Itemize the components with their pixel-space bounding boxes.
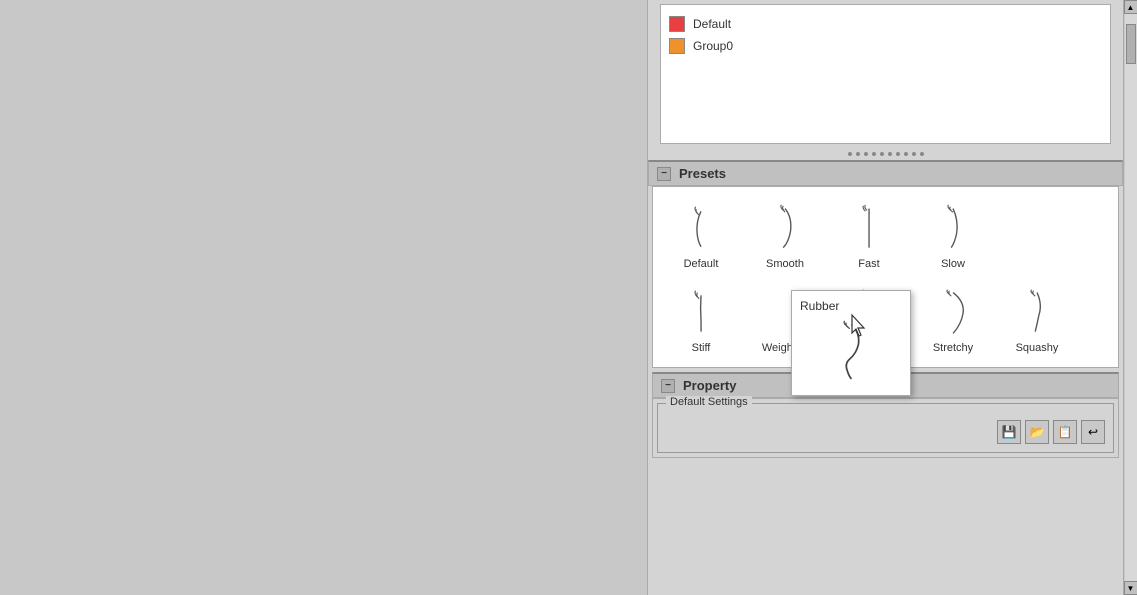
presets-row-1: Default Smooth — [661, 195, 1110, 275]
presets-row-2: Stiff Weighted Rubber — [661, 279, 1110, 359]
fast-preset-label: Fast — [858, 258, 879, 270]
default-preset-label: Default — [684, 258, 719, 270]
property-panel: Default Settings 💾 📂 📋 ↩ — [652, 398, 1119, 458]
dot-1 — [848, 152, 852, 156]
preset-stretchy[interactable]: Stretchy — [913, 279, 993, 359]
right-scrollbar: ▲ ▼ — [1123, 0, 1137, 595]
rubber-popup-title: Rubber — [800, 299, 839, 313]
preset-slow[interactable]: Slow — [913, 195, 993, 275]
scrollbar-thumb[interactable] — [1126, 24, 1136, 64]
rubber-popup: Rubber — [791, 290, 911, 396]
groups-list: Default Group0 — [660, 4, 1111, 144]
preset-default[interactable]: Default — [661, 195, 741, 275]
squashy-preset-label: Squashy — [1016, 342, 1059, 354]
group0-label: Group0 — [693, 39, 733, 53]
scrollbar-track — [1125, 14, 1137, 581]
presets-section-header: − Presets — [648, 160, 1123, 186]
fast-icon — [844, 201, 894, 256]
scroll-dots — [848, 152, 924, 156]
main-canvas — [0, 0, 647, 595]
presets-collapse-button[interactable]: − — [657, 167, 671, 181]
preset-smooth[interactable]: Smooth — [745, 195, 825, 275]
scroll-down-button[interactable]: ▼ — [1124, 581, 1137, 595]
dot-4 — [872, 152, 876, 156]
dot-6 — [888, 152, 892, 156]
scroll-indicator — [648, 148, 1123, 160]
group-item-default[interactable]: Default — [669, 13, 1102, 35]
slow-preset-label: Slow — [941, 258, 965, 270]
stretchy-icon — [928, 285, 978, 340]
dot-5 — [880, 152, 884, 156]
presets-panel: Default Smooth — [652, 186, 1119, 368]
group-item-group0[interactable]: Group0 — [669, 35, 1102, 57]
preset-fast[interactable]: Fast — [829, 195, 909, 275]
preset-stiff[interactable]: Stiff — [661, 279, 741, 359]
squashy-icon — [1012, 285, 1062, 340]
right-panel: Default Group0 — [647, 0, 1137, 595]
smooth-preset-label: Smooth — [766, 258, 804, 270]
default-label: Default — [693, 17, 731, 31]
preset-squashy[interactable]: Squashy — [997, 279, 1077, 359]
groups-area: Default Group0 — [652, 0, 1119, 148]
default-settings-legend: Default Settings — [666, 396, 752, 408]
slow-icon — [928, 201, 978, 256]
stiff-preset-label: Stiff — [692, 342, 711, 354]
dot-2 — [856, 152, 860, 156]
presets-header-label: Presets — [679, 166, 726, 181]
default-color-swatch — [669, 16, 685, 32]
settings-toolbar: 💾 📂 📋 ↩ — [666, 420, 1105, 444]
smooth-icon — [760, 201, 810, 256]
dot-3 — [864, 152, 868, 156]
dot-10 — [920, 152, 924, 156]
stiff-icon — [676, 285, 726, 340]
copy-button[interactable]: 📋 — [1053, 420, 1077, 444]
default-settings-group: Default Settings 💾 📂 📋 ↩ — [657, 403, 1114, 453]
panel-content: Default Group0 — [648, 0, 1137, 595]
dot-7 — [896, 152, 900, 156]
reset-button[interactable]: ↩ — [1081, 420, 1105, 444]
property-collapse-button[interactable]: − — [661, 379, 675, 393]
rubber-icon — [821, 317, 881, 387]
property-header-label: Property — [683, 378, 736, 393]
open-button[interactable]: 📂 — [1025, 420, 1049, 444]
scroll-up-button[interactable]: ▲ — [1124, 0, 1137, 14]
default-icon — [676, 201, 726, 256]
preset-weighted[interactable]: Weighted Rubber — [745, 279, 825, 359]
save-button[interactable]: 💾 — [997, 420, 1021, 444]
dot-9 — [912, 152, 916, 156]
stretchy-preset-label: Stretchy — [933, 342, 973, 354]
group0-color-swatch — [669, 38, 685, 54]
dot-8 — [904, 152, 908, 156]
